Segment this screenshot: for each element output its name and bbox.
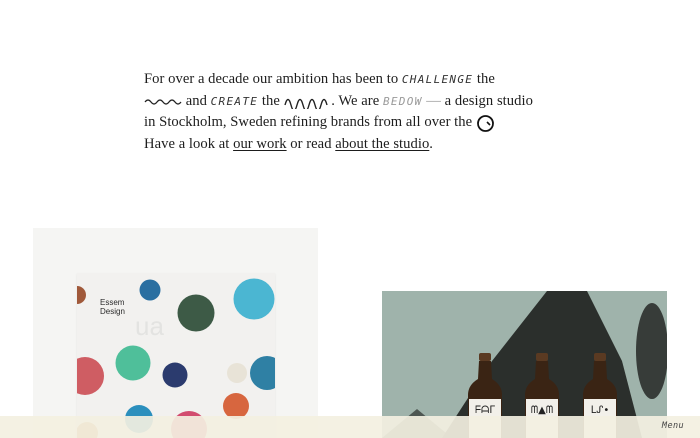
intro-text: in Stockholm, Sweden refining brands fro… bbox=[144, 114, 476, 130]
intro-text: the bbox=[258, 92, 284, 109]
intro-text: . bbox=[429, 135, 433, 152]
intro-dash: — bbox=[422, 92, 445, 109]
svg-text:ua: ua bbox=[135, 311, 164, 341]
book-brand-text: Essem Design bbox=[100, 298, 125, 316]
intro-paragraph: For over a decade our ambition has been … bbox=[144, 69, 564, 155]
small-wave-icon bbox=[144, 99, 182, 105]
bottle-label-3: ᒪᔑ• bbox=[591, 405, 610, 416]
bottle-label-1: ᖴᗩᒥ bbox=[475, 405, 495, 416]
essem-book-image: ua Essem Design bbox=[77, 273, 275, 438]
intro-text: a design studio bbox=[444, 92, 533, 109]
our-work-link[interactable]: our work bbox=[233, 136, 287, 152]
create-word: CREATE bbox=[210, 94, 259, 108]
menu-button[interactable]: Menu bbox=[662, 421, 684, 431]
intro-text: Have a look at bbox=[144, 135, 234, 152]
intro-text: or read bbox=[286, 135, 336, 152]
intro-text: and bbox=[182, 92, 211, 109]
about-studio-link[interactable]: about the studio bbox=[335, 136, 429, 152]
brand-name: BEDOW bbox=[382, 94, 423, 108]
intro-text: the bbox=[473, 71, 495, 87]
big-wave-icon bbox=[283, 98, 328, 110]
challenge-word: CHALLENGE bbox=[401, 73, 474, 86]
intro-text: For over a decade our ambition has been … bbox=[144, 71, 402, 87]
intro-text: . We are bbox=[327, 92, 383, 109]
globe-icon bbox=[476, 114, 494, 132]
footer-bar: Menu bbox=[0, 416, 700, 438]
bottle-label-2: ᗰ▲ᗰ bbox=[531, 405, 553, 416]
